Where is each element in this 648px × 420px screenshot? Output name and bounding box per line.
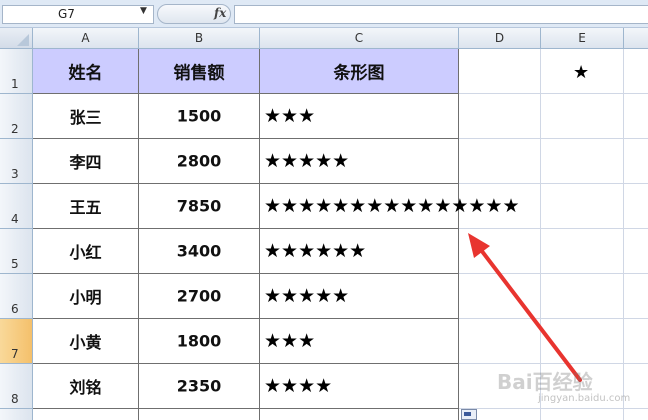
- watermark-logo: Bai百经验: [497, 370, 593, 394]
- gridline: [459, 138, 648, 139]
- gridline: [459, 273, 648, 274]
- row-header-3[interactable]: 3: [0, 139, 33, 184]
- cell-sales[interactable]: 2700: [139, 274, 260, 319]
- column-header-a[interactable]: A: [33, 28, 139, 49]
- row-header-4[interactable]: 4: [0, 184, 33, 229]
- column-header-e[interactable]: E: [541, 28, 624, 49]
- row-header-9[interactable]: [0, 409, 33, 420]
- cell-c1[interactable]: 条形图: [260, 49, 459, 94]
- cell-star-bar[interactable]: ★★★: [260, 94, 459, 139]
- gridline: [459, 318, 648, 319]
- paste-options-icon[interactable]: [461, 409, 477, 420]
- row-header-6[interactable]: 6: [0, 274, 33, 319]
- gridline: [459, 183, 648, 184]
- cell-star-bar[interactable]: ★★★★★★★★★★★★★★★: [260, 184, 520, 229]
- gridline: [459, 228, 648, 229]
- column-header-c[interactable]: C: [260, 28, 459, 49]
- gridline: [459, 363, 648, 364]
- cell-star-bar[interactable]: ★★★★★★: [260, 229, 459, 274]
- select-all-triangle-icon: [17, 34, 29, 46]
- cell-a1[interactable]: 姓名: [33, 49, 139, 94]
- cell-star-bar[interactable]: ★★★★★: [260, 139, 459, 184]
- cell-name[interactable]: 李四: [33, 139, 139, 184]
- cell-star-bar[interactable]: ★★★★★: [260, 274, 459, 319]
- gridline: [459, 408, 648, 409]
- cell-name[interactable]: 小明: [33, 274, 139, 319]
- name-box-value: G7: [58, 7, 75, 21]
- row-header-7-selected[interactable]: 7: [0, 319, 33, 364]
- cell-name[interactable]: 刘铭: [33, 364, 139, 409]
- cell-b1[interactable]: 销售额: [139, 49, 260, 94]
- cell-a9[interactable]: [33, 409, 139, 420]
- column-header-b[interactable]: B: [139, 28, 260, 49]
- row-header-1[interactable]: 1: [0, 49, 33, 94]
- row-header-5[interactable]: 5: [0, 229, 33, 274]
- row-header-2[interactable]: 2: [0, 94, 33, 139]
- cell-c9[interactable]: [260, 409, 459, 420]
- cell-sales[interactable]: 2800: [139, 139, 260, 184]
- cell-star-bar[interactable]: ★★★★: [260, 364, 459, 409]
- column-header-f[interactable]: [624, 28, 648, 49]
- cell-e1-star[interactable]: ★: [573, 62, 589, 83]
- cell-sales[interactable]: 3400: [139, 229, 260, 274]
- cell-name[interactable]: 王五: [33, 184, 139, 229]
- name-box[interactable]: [2, 5, 154, 24]
- gridline: [540, 49, 541, 420]
- insert-function-icon[interactable]: fx: [214, 6, 226, 20]
- gridline: [459, 93, 648, 94]
- name-box-dropdown-icon[interactable]: ▼: [140, 6, 147, 16]
- cell-name[interactable]: 小红: [33, 229, 139, 274]
- cell-star-bar[interactable]: ★★★: [260, 319, 459, 364]
- cell-name[interactable]: 张三: [33, 94, 139, 139]
- cell-b9[interactable]: [139, 409, 260, 420]
- column-header-d[interactable]: D: [459, 28, 541, 49]
- cell-sales[interactable]: 7850: [139, 184, 260, 229]
- cell-sales[interactable]: 1800: [139, 319, 260, 364]
- watermark-url: jingyan.baidu.com: [538, 393, 631, 404]
- cell-sales[interactable]: 2350: [139, 364, 260, 409]
- gridline: [623, 49, 624, 420]
- formula-input[interactable]: [234, 5, 648, 24]
- cell-sales[interactable]: 1500: [139, 94, 260, 139]
- cell-name[interactable]: 小黄: [33, 319, 139, 364]
- row-header-8[interactable]: 8: [0, 364, 33, 409]
